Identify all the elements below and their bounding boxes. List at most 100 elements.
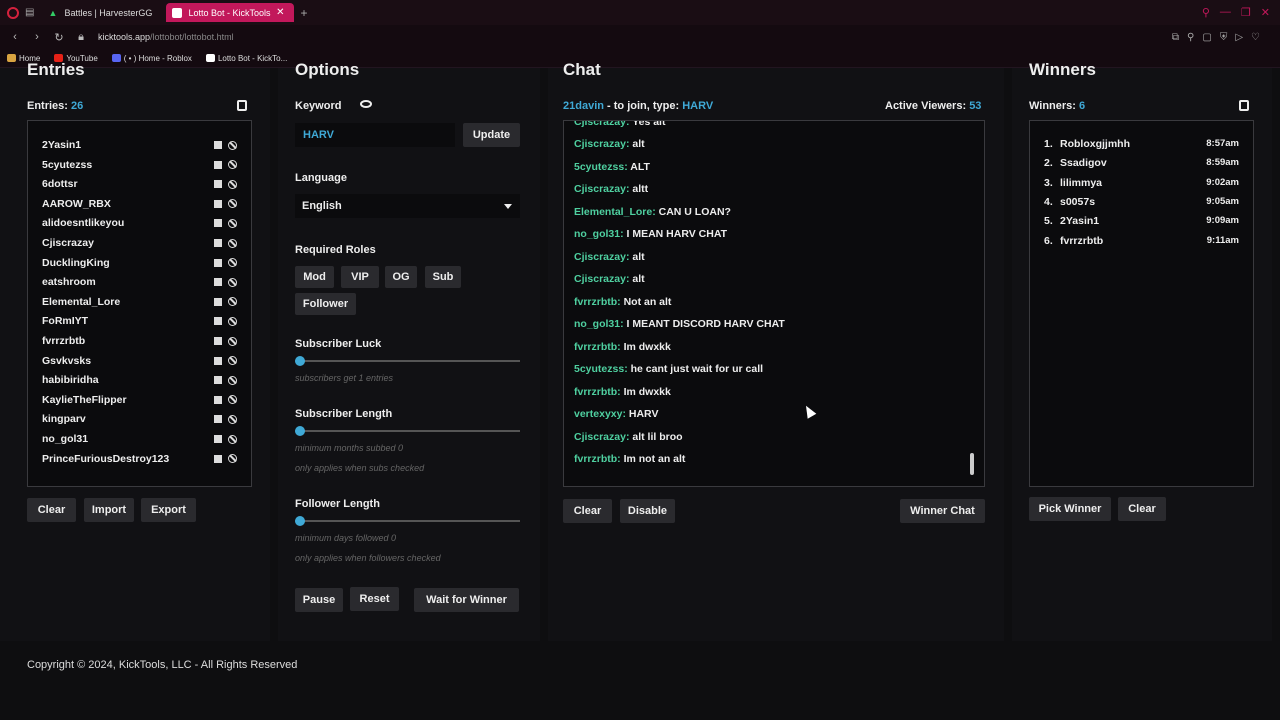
heart-icon[interactable]: ♡ bbox=[1251, 32, 1260, 43]
chat-text: ALT bbox=[630, 160, 650, 173]
entry-name: fvrrzrbtb bbox=[42, 335, 86, 347]
ban-icon[interactable] bbox=[228, 434, 237, 444]
chat-log[interactable]: Cjiscrazay: Yes alt Cjiscrazay: alt 5cyut… bbox=[563, 120, 985, 487]
checkbox-icon[interactable] bbox=[214, 278, 222, 287]
language-select[interactable]: English bbox=[295, 194, 520, 218]
fol-length-knob[interactable] bbox=[295, 516, 305, 526]
ban-icon[interactable] bbox=[228, 336, 237, 346]
checkbox-icon[interactable] bbox=[214, 395, 222, 404]
snapshot-icon[interactable]: ⧉ bbox=[1172, 32, 1179, 43]
checkbox-icon[interactable] bbox=[214, 199, 222, 208]
bookmark-label: Lotto Bot - KickTo... bbox=[217, 53, 288, 63]
chat-disable-button[interactable]: Disable bbox=[620, 499, 675, 523]
checkbox-icon[interactable] bbox=[214, 376, 222, 385]
ban-icon[interactable] bbox=[228, 356, 237, 366]
role-sub-button[interactable]: Sub bbox=[425, 266, 461, 288]
ban-icon[interactable] bbox=[228, 238, 237, 248]
pin-icon[interactable]: ⚲ bbox=[1187, 32, 1194, 43]
winners-clear-button[interactable]: Clear bbox=[1118, 497, 1166, 521]
chat-scrollbar[interactable] bbox=[970, 453, 974, 475]
checkbox-icon[interactable] bbox=[214, 317, 222, 326]
update-button[interactable]: Update bbox=[463, 123, 520, 147]
forward-icon[interactable]: › bbox=[30, 31, 44, 43]
player-icon[interactable]: ▷ bbox=[1235, 32, 1243, 43]
close-tab-icon[interactable]: ✕ bbox=[276, 7, 284, 18]
bookmark-roblox[interactable]: ( • ) Home - Roblox bbox=[111, 54, 192, 63]
pause-button[interactable]: Pause bbox=[295, 588, 343, 612]
checkbox-icon[interactable] bbox=[214, 415, 222, 424]
opera-logo-icon[interactable] bbox=[7, 6, 19, 19]
chat-text: Im dwxkk bbox=[623, 340, 671, 353]
checkbox-icon[interactable] bbox=[214, 219, 222, 228]
winners-label: Winners: bbox=[1029, 100, 1076, 112]
chat-text: I MEANT DISCORD HARV CHAT bbox=[626, 318, 785, 330]
reload-icon[interactable]: ↻ bbox=[52, 31, 66, 44]
copy-icon[interactable] bbox=[1239, 100, 1249, 111]
entries-clear-button[interactable]: Clear bbox=[27, 498, 76, 522]
checkbox-icon[interactable] bbox=[214, 297, 222, 306]
url-field[interactable]: kicktools.app/lottobot/lottobot.html bbox=[98, 32, 234, 42]
ban-icon[interactable] bbox=[228, 454, 237, 464]
wait-for-winner-button[interactable]: Wait for Winner bbox=[414, 588, 519, 612]
import-button[interactable]: Import bbox=[84, 498, 134, 522]
shield-icon[interactable]: ⛨ bbox=[1220, 32, 1228, 43]
sub-luck-slider[interactable] bbox=[295, 360, 520, 362]
close-window-icon[interactable]: ✕ bbox=[1261, 6, 1270, 19]
ban-icon[interactable] bbox=[228, 160, 237, 170]
tab-battles[interactable]: ▲ Battles | HarvesterGG bbox=[42, 3, 166, 22]
pick-winner-button[interactable]: Pick Winner bbox=[1029, 497, 1111, 521]
active-viewers: Active Viewers: 53 bbox=[885, 100, 981, 112]
fol-length-slider[interactable] bbox=[295, 520, 520, 522]
checkbox-icon[interactable] bbox=[214, 239, 222, 247]
entries-list[interactable]: 2Yasin1 5cyutezss 6dottsr AAROW_RBX alidoesn… bbox=[27, 120, 252, 487]
copy-icon[interactable] bbox=[237, 100, 247, 111]
role-vip-button[interactable]: VIP bbox=[341, 266, 379, 288]
checkbox-icon[interactable] bbox=[214, 141, 222, 149]
search-icon[interactable]: ⚲ bbox=[1202, 6, 1210, 19]
workspaces-icon[interactable]: ▤ bbox=[25, 7, 34, 18]
checkbox-icon[interactable] bbox=[214, 435, 222, 443]
ban-icon[interactable] bbox=[228, 316, 237, 326]
checkbox-icon[interactable] bbox=[214, 356, 222, 365]
ban-icon[interactable] bbox=[228, 199, 237, 209]
winner-row: 3. lilimmya 9:02am bbox=[1044, 177, 1239, 189]
ban-icon[interactable] bbox=[228, 140, 237, 150]
role-og-button[interactable]: OG bbox=[385, 266, 417, 288]
sub-luck-knob[interactable] bbox=[295, 356, 305, 366]
maximize-icon[interactable]: ❐ bbox=[1241, 6, 1251, 19]
bookmark-lotto[interactable]: Lotto Bot - KickTo... bbox=[205, 53, 288, 63]
entry-name: habibiridha bbox=[42, 374, 99, 387]
eye-icon[interactable] bbox=[360, 100, 372, 108]
ban-icon[interactable] bbox=[228, 375, 237, 385]
checkbox-icon[interactable] bbox=[214, 454, 222, 463]
sub-length-slider[interactable] bbox=[295, 430, 520, 432]
tab-islands-icon[interactable]: ▢ bbox=[1202, 32, 1211, 43]
ban-icon[interactable] bbox=[228, 179, 237, 189]
ban-icon[interactable] bbox=[228, 414, 237, 424]
role-follower-button[interactable]: Follower bbox=[295, 293, 356, 315]
ban-icon[interactable] bbox=[228, 258, 237, 268]
ban-icon[interactable] bbox=[228, 395, 237, 405]
reset-button[interactable]: Reset bbox=[350, 587, 399, 611]
chat-user: Cjiscrazay: bbox=[574, 183, 630, 195]
minimize-icon[interactable]: — bbox=[1220, 6, 1231, 19]
checkbox-icon[interactable] bbox=[214, 337, 222, 345]
ban-icon[interactable] bbox=[228, 218, 237, 228]
export-button[interactable]: Export bbox=[141, 498, 196, 522]
checkbox-icon[interactable] bbox=[214, 160, 222, 169]
keyword-input[interactable]: HARV bbox=[295, 123, 455, 147]
checkbox-icon[interactable] bbox=[214, 258, 222, 267]
ban-icon[interactable] bbox=[228, 297, 237, 307]
checkbox-icon[interactable] bbox=[214, 180, 222, 189]
ban-icon[interactable] bbox=[228, 277, 237, 287]
fol-length-note: only applies when followers checked bbox=[295, 553, 441, 563]
browser-tab-bar: ▤ ▲ Battles | HarvesterGG Lotto Bot - Ki… bbox=[0, 0, 1280, 25]
new-tab-icon[interactable]: + bbox=[300, 6, 307, 20]
tab-lotto-bot[interactable]: Lotto Bot - KickTools ✕ bbox=[166, 3, 295, 22]
chat-clear-button[interactable]: Clear bbox=[563, 499, 612, 523]
winner-time: 9:02am bbox=[1206, 176, 1239, 188]
back-icon[interactable]: ‹ bbox=[8, 31, 22, 43]
winner-chat-button[interactable]: Winner Chat bbox=[900, 499, 985, 523]
role-mod-button[interactable]: Mod bbox=[295, 266, 334, 288]
sub-length-knob[interactable] bbox=[295, 426, 305, 436]
